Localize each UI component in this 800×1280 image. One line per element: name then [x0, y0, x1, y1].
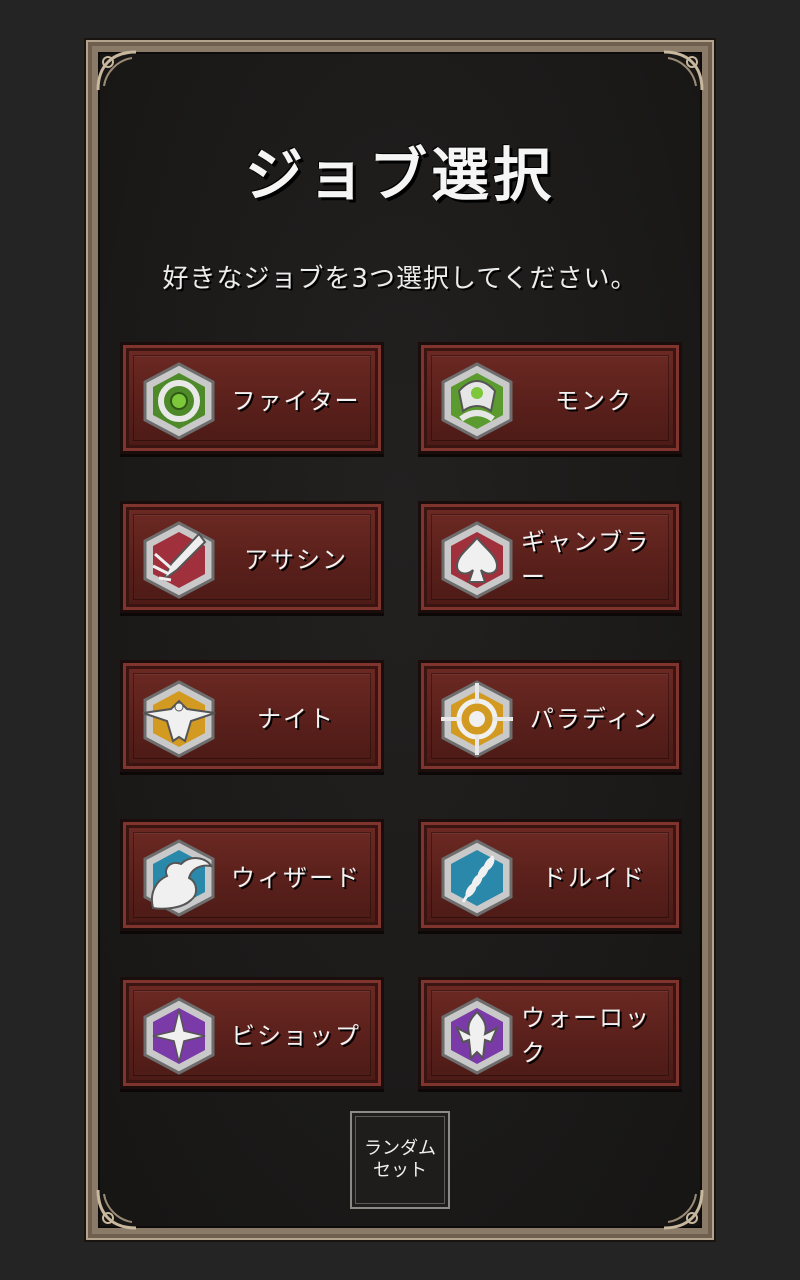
assassin-icon [141, 520, 217, 600]
random-set-button[interactable]: ランダム セット [350, 1111, 450, 1209]
job-label: ギャンブラー [521, 528, 651, 591]
job-label: ファイター [231, 386, 361, 415]
job-button-knight[interactable]: ナイト [120, 660, 384, 772]
job-button-fighter[interactable]: ファイター [120, 342, 384, 454]
wizard-icon [141, 838, 217, 918]
instruction-text: 好きなジョブを3つ選択してください。 [162, 264, 638, 294]
job-label: ナイト [257, 704, 335, 733]
gambler-icon [439, 520, 515, 600]
corner-ornament [92, 46, 142, 96]
corner-ornament [92, 1184, 142, 1234]
paladin-icon [439, 679, 515, 759]
job-button-paladin[interactable]: パラディン [418, 660, 682, 772]
job-button-bishop[interactable]: ビショップ [120, 977, 384, 1089]
fighter-icon [141, 361, 217, 441]
job-label: ドルイド [542, 863, 646, 892]
page-title: ジョブ選択 [244, 141, 555, 209]
job-button-monk[interactable]: モンク [418, 342, 682, 454]
job-label: ビショップ [231, 1021, 361, 1050]
job-label: アサシン [244, 545, 348, 574]
job-button-warlock[interactable]: ウォーロック [418, 977, 682, 1089]
random-set-label-line1: ランダム [364, 1138, 436, 1159]
job-button-assassin[interactable]: アサシン [120, 501, 384, 613]
job-button-druid[interactable]: ドルイド [418, 819, 682, 931]
job-label: モンク [555, 386, 633, 415]
job-button-gambler[interactable]: ギャンブラー [418, 501, 682, 613]
job-label: ウォーロック [521, 1004, 651, 1067]
knight-icon [141, 679, 217, 759]
corner-ornament [658, 1184, 708, 1234]
monk-icon [439, 361, 515, 441]
druid-icon [439, 838, 515, 918]
corner-ornament [658, 46, 708, 96]
bishop-icon [141, 996, 217, 1076]
random-set-label-line2: セット [373, 1160, 427, 1181]
job-label: ウィザード [231, 863, 361, 892]
warlock-icon [439, 996, 515, 1076]
job-button-wizard[interactable]: ウィザード [120, 819, 384, 931]
job-label: パラディン [529, 704, 659, 733]
